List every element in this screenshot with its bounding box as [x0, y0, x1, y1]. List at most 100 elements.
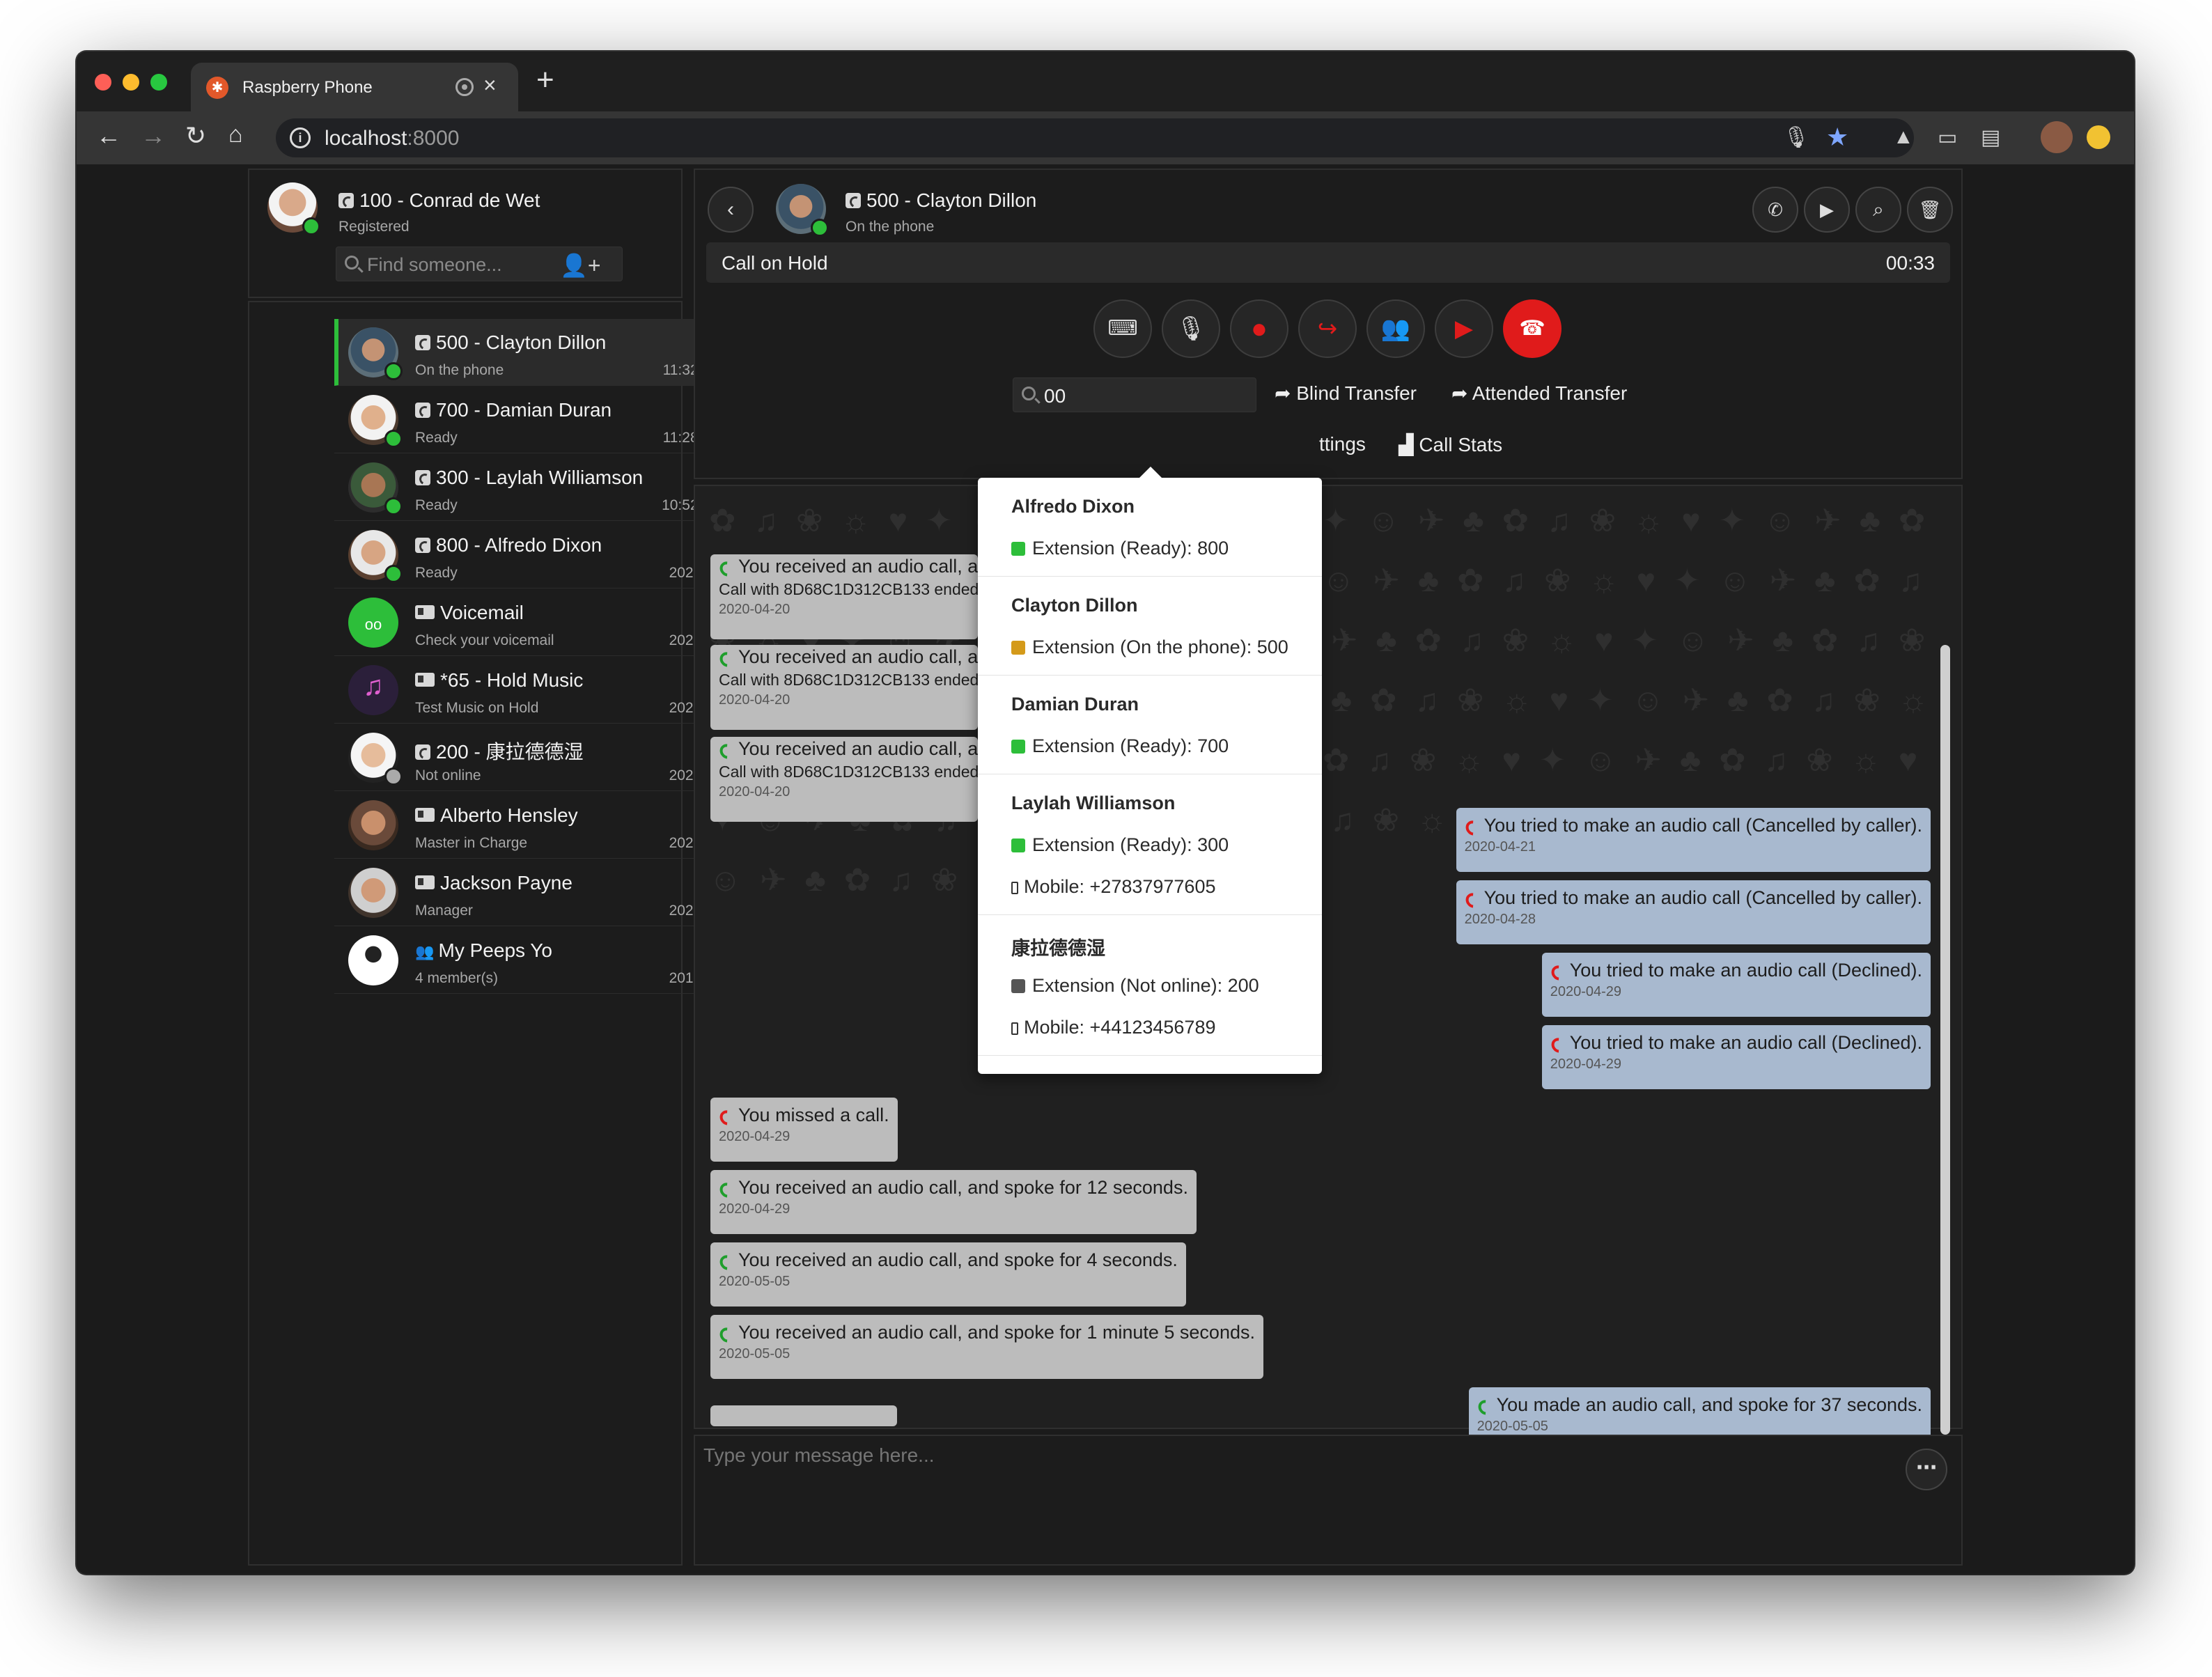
- message-bubble: You received an audio call, and spoke fo…: [710, 1170, 1197, 1234]
- message-date: 2020-04-29: [1550, 984, 1622, 999]
- message-date: 2020-04-20: [719, 692, 790, 708]
- back-button[interactable]: ‹: [708, 187, 754, 233]
- contact-card-icon: [415, 875, 435, 889]
- contact-result[interactable]: Alfredo Dixon Extension (Ready): 800: [978, 478, 1322, 577]
- buddy-avatar: [348, 800, 398, 850]
- blind-transfer-button[interactable]: ➦ Blind Transfer: [1275, 382, 1417, 405]
- buddy-status: On the phone: [415, 362, 504, 378]
- buddy-item[interactable]: Jackson PayneManager2020-04-21: [334, 859, 751, 926]
- home-icon[interactable]: ⌂: [228, 121, 243, 148]
- attended-transfer-button[interactable]: ➦ Attended Transfer: [1451, 382, 1627, 405]
- cast-icon[interactable]: ▭: [1938, 125, 1957, 150]
- presence-dot: [384, 497, 403, 515]
- printer-extension-icon[interactable]: ▤: [1981, 125, 2000, 150]
- mobile-icon: [1011, 1022, 1018, 1035]
- close-tab-icon[interactable]: ×: [483, 72, 497, 98]
- message-bubble: You tried to make an audio call (Cancell…: [1456, 880, 1931, 944]
- transfer-search-field[interactable]: 00: [1013, 377, 1256, 412]
- buddy-item[interactable]: 500 - Clayton Dillon On the phone 11:32:40…: [334, 319, 751, 386]
- site-info-icon[interactable]: i: [290, 127, 311, 148]
- buddy-item[interactable]: ooVoicemailCheck your voicemail2020-05-0…: [334, 589, 751, 656]
- buddy-name: *65 - Hold Music: [415, 669, 583, 692]
- contact-result[interactable]: Clayton Dillon Extension (On the phone): …: [978, 577, 1322, 676]
- message-text: You made an audio call, and spoke for 37…: [1477, 1394, 1922, 1416]
- contact-number[interactable]: Mobile: +44123456789: [1011, 1017, 1215, 1038]
- more-options-button[interactable]: ⋯: [1906, 1449, 1947, 1490]
- hold-play-button[interactable]: ▶: [1435, 299, 1493, 358]
- conference-button[interactable]: 👥: [1366, 299, 1425, 358]
- voicemail-icon: oo: [348, 598, 398, 648]
- add-contact-icon[interactable]: 👤+: [560, 252, 601, 279]
- contact-card-icon: [415, 808, 435, 822]
- profile-avatar[interactable]: [2041, 121, 2073, 153]
- contact-number[interactable]: Extension (Ready): 800: [1011, 538, 1229, 559]
- buddy-item[interactable]: ♫*65 - Hold MusicTest Music on Hold2020-…: [334, 657, 751, 724]
- contact-number[interactable]: Extension (Ready): 300: [1011, 834, 1229, 856]
- buddy-status: Ready: [415, 430, 458, 446]
- search-messages-button[interactable]: ⌕: [1855, 187, 1901, 233]
- forward-icon[interactable]: →: [141, 121, 166, 150]
- contact-name: Clayton Dillon: [1011, 595, 1138, 616]
- handset-icon: [719, 1254, 733, 1268]
- contact-number[interactable]: Extension (On the phone): 500: [1011, 637, 1288, 658]
- messages-scrollbar[interactable]: [1940, 645, 1950, 1435]
- buddy-item[interactable]: 700 - Damian DuranReady11:28:44 AM: [334, 387, 751, 453]
- extension-icon: [1011, 979, 1025, 993]
- contact-number[interactable]: Extension (Ready): 700: [1011, 735, 1229, 757]
- buddy-avatar: [348, 868, 398, 918]
- end-call-button[interactable]: ☎: [1503, 299, 1561, 358]
- message-input[interactable]: [703, 1444, 1901, 1486]
- message-bubble: You received an audio call, a Call with 8…: [710, 645, 978, 730]
- video-call-button[interactable]: ▶: [1804, 187, 1850, 233]
- call-stats-link[interactable]: ▟ Call Stats: [1399, 433, 1502, 456]
- browser-tab[interactable]: ✱ Raspberry Phone ×: [191, 63, 518, 111]
- microphone-icon[interactable]: 🎙: [1783, 125, 1809, 150]
- buddy-name: 200 - 康拉德德湿: [415, 737, 584, 765]
- buddy-name: Voicemail: [415, 602, 524, 624]
- drive-extension-icon[interactable]: ▲: [1893, 125, 1914, 149]
- contact-number[interactable]: Extension (Not online): 200: [1011, 975, 1259, 997]
- contact-number[interactable]: Mobile: +27837977605: [1011, 876, 1215, 898]
- contact-result[interactable]: Damian Duran Extension (Ready): 700: [978, 676, 1322, 774]
- message-detail: Call with 8D68C1D312CB133 ended: [719, 671, 978, 689]
- message-date: 2020-04-20: [719, 784, 790, 800]
- contact-result[interactable]: 康拉德德湿 Extension (Not online): 200 Mobile: …: [978, 915, 1322, 1056]
- bookmark-star-icon[interactable]: ★: [1826, 123, 1848, 152]
- buddy-item[interactable]: Alberto HensleyMaster in Charge2020-04-2…: [334, 792, 751, 859]
- contact-status: On the phone: [846, 219, 935, 235]
- audio-call-button[interactable]: ✆: [1752, 187, 1798, 233]
- buddy-item[interactable]: 200 - 康拉德德湿Not online2020-05-05: [334, 724, 751, 791]
- address-toolbar: ← → ↻ ⌂ i localhost:8000 🎙 ★ ▲ ▭ ▤: [77, 111, 2134, 164]
- close-window-button[interactable]: [95, 74, 111, 91]
- share-arrow-icon: ➦: [1451, 382, 1472, 404]
- on-phone-icon: [811, 219, 829, 237]
- reload-icon[interactable]: ↻: [185, 121, 206, 150]
- maximize-window-button[interactable]: [150, 74, 167, 91]
- area-chart-icon: ▟: [1399, 434, 1419, 455]
- back-icon[interactable]: ←: [96, 121, 121, 150]
- mute-microphone-button[interactable]: 🎙: [1162, 299, 1220, 358]
- presence-dot: [384, 430, 403, 448]
- message-date: 2020-04-20: [719, 602, 790, 617]
- extension-coin-icon[interactable]: [2087, 125, 2110, 149]
- buddy-item[interactable]: 👥 My Peeps Yo4 member(s)2019-02-01: [334, 927, 751, 994]
- browser-window: ✱ Raspberry Phone × + ← → ↻ ⌂ i localhos…: [77, 52, 2134, 1574]
- share-arrow-icon: ➦: [1275, 382, 1297, 404]
- delete-button[interactable]: 🗑: [1907, 187, 1953, 233]
- media-playing-icon[interactable]: [455, 78, 474, 96]
- tab-title: Raspberry Phone: [242, 78, 373, 97]
- settings-link[interactable]: ttings: [1319, 433, 1366, 455]
- buddy-item[interactable]: 800 - Alfredo DixonReady2020-05-12: [334, 522, 751, 588]
- address-bar[interactable]: i localhost:8000 🎙 ★: [276, 118, 1914, 157]
- contact-result[interactable]: Laylah Williamson Extension (Ready): 300 M…: [978, 774, 1322, 915]
- handset-icon: [719, 1181, 733, 1195]
- record-button[interactable]: ●: [1230, 299, 1288, 358]
- transfer-button[interactable]: ↪: [1298, 299, 1357, 358]
- phone-icon: [415, 335, 430, 350]
- new-tab-button[interactable]: +: [536, 63, 554, 98]
- minimize-window-button[interactable]: [123, 74, 139, 91]
- dialpad-keyboard-button[interactable]: ⌨: [1093, 299, 1152, 358]
- message-text: You received an audio call, and spoke fo…: [719, 1249, 1178, 1271]
- buddy-item[interactable]: 300 - Laylah WilliamsonReady10:52:48 AM: [334, 454, 751, 521]
- clipped-message-bubble: [710, 1405, 897, 1426]
